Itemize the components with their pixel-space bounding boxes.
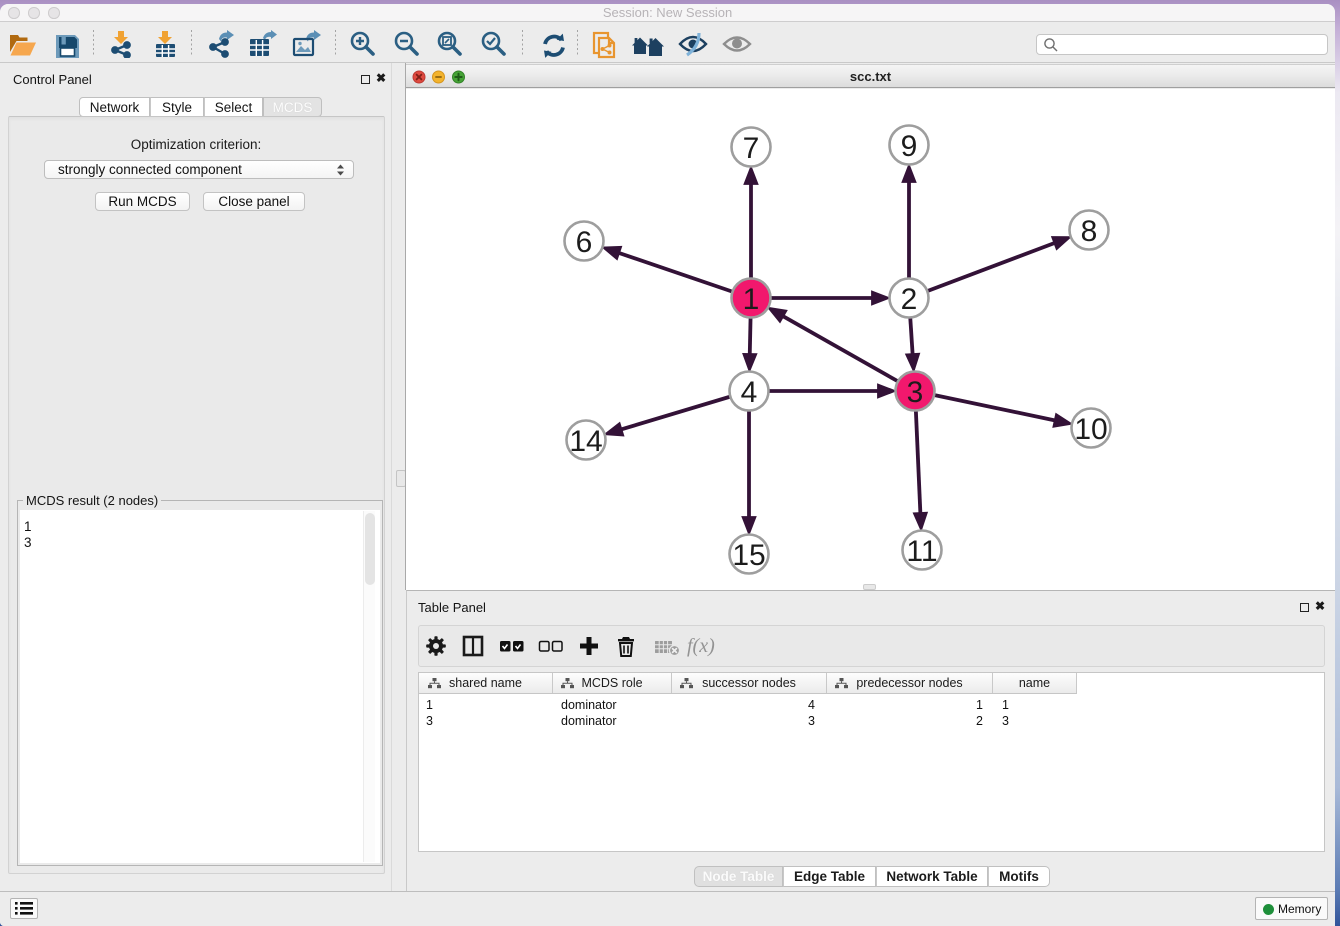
svg-text:4: 4: [741, 376, 758, 409]
svg-text:1: 1: [743, 283, 760, 316]
svg-text:3: 3: [907, 376, 924, 409]
svg-text:6: 6: [576, 226, 593, 259]
svg-text:7: 7: [743, 132, 760, 165]
svg-text:8: 8: [1081, 215, 1098, 248]
svg-text:15: 15: [732, 539, 765, 572]
svg-text:2: 2: [901, 283, 918, 316]
svg-text:11: 11: [906, 535, 937, 568]
svg-text:10: 10: [1074, 413, 1107, 446]
svg-text:14: 14: [569, 425, 602, 458]
svg-text:9: 9: [901, 130, 918, 163]
